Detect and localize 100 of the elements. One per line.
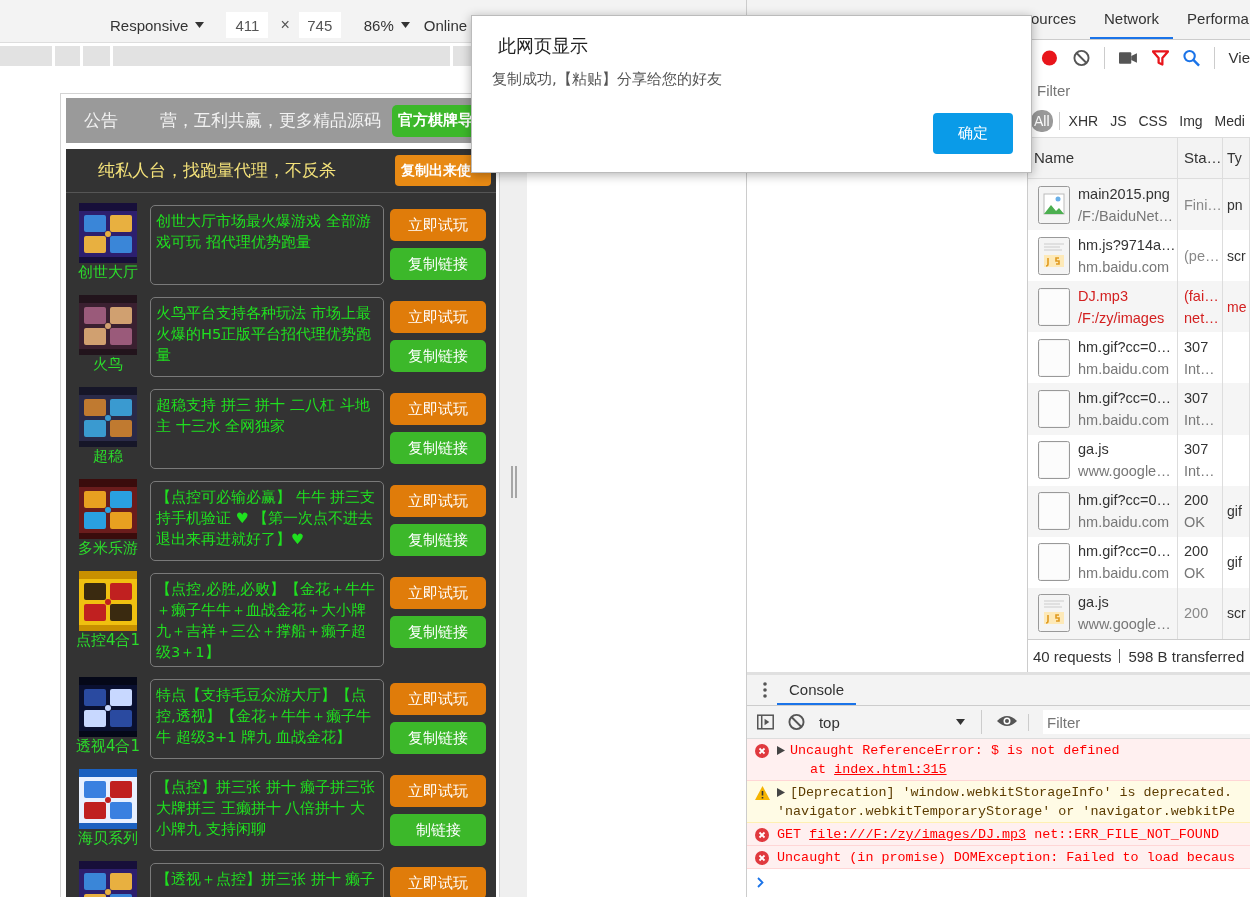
file-icon: [1038, 287, 1070, 326]
caret-icon: [195, 22, 205, 28]
status-text: net…: [1184, 308, 1219, 328]
eye-icon[interactable]: [996, 713, 1018, 728]
transferred-size: 598 B transferred: [1128, 647, 1245, 665]
clear-icon[interactable]: [1072, 48, 1090, 67]
device-mode-dropdown[interactable]: Responsive: [110, 16, 205, 34]
search-icon[interactable]: [1182, 48, 1200, 67]
request-status: 200: [1184, 542, 1209, 562]
game-name: 海贝系列: [78, 829, 138, 847]
game-name: 点控4合1: [75, 631, 141, 649]
expand-triangle-icon[interactable]: [777, 746, 785, 755]
game-name: 多米乐游: [78, 539, 138, 557]
request-location: /F:/zy/images: [1078, 308, 1165, 328]
width-field[interactable]: 411: [226, 12, 269, 38]
height-field[interactable]: 745: [298, 12, 341, 38]
status-text: Int…: [1184, 359, 1215, 379]
request-type: scr: [1227, 247, 1246, 264]
status-text: OK: [1184, 564, 1206, 584]
request-name[interactable]: hm.js?9714a…: [1078, 233, 1176, 256]
request-name[interactable]: DJ.mp3: [1078, 284, 1165, 307]
request-location: hm.baidu.com: [1078, 257, 1171, 277]
error-icon: [755, 851, 769, 865]
panel-tab[interactable]: Performa: [1173, 0, 1250, 39]
request-name[interactable]: ga.js: [1078, 591, 1171, 614]
request-type: me: [1227, 298, 1247, 315]
game-name: 创世大厅: [78, 263, 138, 281]
request-name[interactable]: hm.gif?cc=0…: [1078, 335, 1172, 358]
game-description: 火鸟平台支持各种玩法 市场上最火爆的H5正版平台招代理优势跑量: [150, 297, 384, 377]
more-icon[interactable]: [763, 682, 767, 698]
resize-handle[interactable]: [510, 465, 517, 498]
request-type: pn: [1227, 196, 1243, 213]
request-location: www.google…: [1078, 615, 1171, 635]
console-filter-field[interactable]: Filter: [1043, 710, 1250, 734]
clear-console-icon[interactable]: [787, 713, 805, 731]
game-name: 超稳: [93, 447, 123, 465]
request-location: hm.baidu.com: [1078, 513, 1171, 533]
game-description: 超稳支持 拼三 拼十 二八杠 斗地主 十三水 全网独家: [150, 389, 384, 469]
request-location: hm.baidu.com: [1078, 564, 1171, 584]
type-filter-tab[interactable]: XHR: [1065, 110, 1102, 132]
times-label: ×: [280, 16, 290, 34]
request-location: www.google…: [1078, 462, 1171, 482]
expand-triangle-icon[interactable]: [777, 788, 785, 797]
column-header[interactable]: Ty: [1223, 138, 1250, 178]
dialog-title: 此网页显示: [497, 34, 589, 58]
request-status: Fini…: [1184, 195, 1222, 215]
source-link[interactable]: file:///F:/zy/images/DJ.mp3: [809, 827, 1027, 842]
type-filter-tab[interactable]: JS: [1107, 110, 1130, 132]
request-status: 307: [1184, 389, 1210, 408]
message-text: GET file:///F:/zy/images/DJ.mp3 net::ERR_FILE_NOT_FOUND: [777, 826, 1219, 844]
status-text: Int…: [1184, 462, 1215, 482]
game-description: 创世大厅市场最火爆游戏 全部游戏可玩 招代理优势跑量: [150, 205, 384, 285]
throttle-dropdown[interactable]: Online: [423, 16, 468, 34]
game-description: 【点控可必输必赢】 牛牛 拼三支持手机验证 ♥ 【第一次点不进去退出来再进就好了】♥: [150, 481, 384, 561]
status-text: OK: [1184, 513, 1206, 533]
request-name[interactable]: hm.gif?cc=0…: [1078, 489, 1172, 512]
request-status: (fai…: [1184, 286, 1219, 306]
request-location: /F:/BaiduNet…: [1078, 206, 1174, 226]
panel-tab[interactable]: ources: [1017, 0, 1091, 39]
type-filter-tab[interactable]: CSS: [1135, 110, 1171, 132]
request-type: scr: [1227, 605, 1246, 622]
filter-icon[interactable]: [1151, 48, 1169, 67]
status-text: Int…: [1184, 411, 1215, 430]
notice-label: 公告: [83, 109, 119, 132]
request-count: 40 requests: [1033, 647, 1112, 665]
view-option[interactable]: Vie: [1228, 49, 1250, 66]
request-name[interactable]: hm.gif?cc=0…: [1078, 540, 1172, 563]
request-name[interactable]: hm.gif?cc=0…: [1078, 387, 1172, 409]
message-text: 'navigator.webkitTemporaryStorage' or 'navigator.webkitPe: [777, 803, 1236, 821]
context-dropdown[interactable]: top: [818, 710, 982, 734]
game-description: 【透视＋点控】拼三张 拼十 癞子: [150, 863, 384, 897]
error-icon: [755, 828, 769, 842]
request-name[interactable]: main2015.png: [1078, 182, 1174, 205]
caret-icon: [956, 719, 965, 725]
message-text: Uncaught (in promise) DOMException: Failed to load becaus: [777, 849, 1236, 867]
source-link[interactable]: index.html:315: [834, 762, 947, 777]
zoom-dropdown[interactable]: 86%: [363, 16, 410, 34]
promo-title: 纯私人台，找跑量代理，不反杀: [98, 159, 336, 182]
dialog-message: 复制成功,【粘贴】分享给您的好友: [492, 70, 723, 89]
request-location: hm.baidu.com: [1078, 411, 1171, 430]
message-text: [Deprecation] 'window.webkitStorageInfo' is deprecated.: [790, 784, 1232, 802]
request-type: gif: [1227, 503, 1242, 520]
image-file-icon: [1038, 185, 1070, 224]
video-camera-icon[interactable]: [1118, 50, 1138, 65]
type-filter-tab[interactable]: Medi: [1211, 110, 1248, 132]
request-name[interactable]: ga.js: [1078, 438, 1171, 461]
request-status: 200: [1184, 491, 1209, 511]
file-icon: [1038, 492, 1070, 531]
file-icon: [1038, 543, 1070, 582]
sidebar-toggle-icon[interactable]: [757, 714, 774, 730]
type-filter-tab[interactable]: Img: [1176, 110, 1206, 132]
column-header[interactable]: Sta…: [1178, 138, 1223, 178]
message-text: Uncaught ReferenceError: $ is not defined: [790, 742, 1120, 760]
request-location: hm.baidu.com: [1078, 359, 1171, 379]
message-text: at index.html:315: [810, 761, 947, 779]
game-description: 【点控,必胜,必败】【金花＋牛牛＋癞子牛牛＋血战金花＋大小牌九＋吉祥＋三公＋撑船＋癞子超级3＋1】: [150, 573, 384, 667]
panel-tab[interactable]: Network: [1090, 0, 1174, 39]
record-icon[interactable]: [1040, 47, 1059, 68]
file-icon: [1038, 441, 1070, 480]
prompt-icon[interactable]: [757, 877, 764, 888]
